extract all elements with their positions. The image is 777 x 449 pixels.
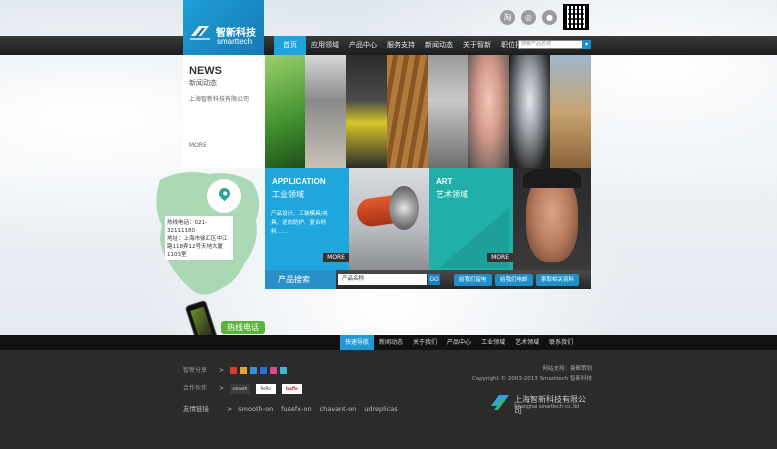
news-subtitle: 新闻动态 (189, 79, 217, 87)
partner-logo-2[interactable]: ReRo (255, 383, 276, 394)
news-item[interactable]: 上海智新科技有限公司 (189, 94, 249, 103)
application-subtitle: 工业领域 (272, 190, 304, 199)
footer-logo-mark-icon (491, 395, 509, 410)
photo-3[interactable] (346, 55, 387, 168)
weibo-icon[interactable]: ◎ (521, 10, 536, 25)
chevron-right-icon: > (218, 367, 224, 374)
product-search-bar: 产品搜索 产品名称 GO 给我们留电 给我们电邮 索取相关资料 (265, 270, 591, 289)
copyright-text: Copyright © 2003-2013 Smarttech 智新科技 (471, 376, 592, 382)
photo-7[interactable] (509, 55, 550, 168)
wechat-icon[interactable]: ● (542, 10, 557, 25)
link-chavant-on[interactable]: chavant-on (320, 405, 357, 413)
partner-logo-1[interactable]: smooth (229, 383, 250, 394)
contact-hotline: 热线电话：021-32111180 (167, 220, 207, 234)
photo-4[interactable] (387, 55, 428, 168)
top-search-button[interactable]: ▾ (582, 40, 591, 49)
contact-address: 地址：上海市徐汇区中江路118弄12号天地大厦1103室 (167, 236, 228, 258)
art-more-button[interactable]: MORE (487, 253, 513, 262)
share-tqq-icon[interactable] (249, 367, 257, 374)
taobao-icon[interactable]: 淘 (500, 10, 515, 25)
nav-news[interactable]: 新闻动态 (420, 36, 458, 55)
email-us-button[interactable]: 给我们电邮 (495, 274, 533, 286)
share-renren-icon[interactable] (259, 367, 267, 374)
footer-credit: 网站支持：曼都策划 Copyright © 2003-2013 Smarttec… (470, 364, 592, 384)
application-heading: APPLICATION (272, 177, 326, 186)
main-nav: 首页 应用领域 产品中心 服务支持 新闻动态 关于智新 职位招聘 (274, 36, 534, 55)
nav-products[interactable]: 产品中心 (344, 36, 382, 55)
request-info-button[interactable]: 索取相关资料 (536, 274, 580, 286)
link-udreplicas[interactable]: udreplicas (364, 405, 397, 413)
footer-nav-products[interactable]: 产品中心 (442, 335, 476, 350)
photo-strip (265, 55, 591, 168)
link-fusefx-on[interactable]: fusefx-on (281, 405, 312, 413)
chevron-right-icon: > (218, 385, 224, 392)
links-label: 友情链接 (183, 405, 209, 413)
product-search-label: 产品搜索 (265, 270, 336, 289)
nav-about[interactable]: 关于智新 (458, 36, 496, 55)
application-desc: 产品设计、工装模具/夹具、逆向防护、复合材料…… (271, 211, 328, 235)
logo-mark-icon (190, 26, 210, 40)
top-search-input[interactable]: 搜索产品名称 (518, 40, 591, 49)
footer-company-en: Shanghai smarttech co.,ltd (514, 404, 580, 410)
share-douban-icon[interactable] (269, 367, 277, 374)
partners-label: 合作伙伴 (183, 385, 208, 392)
hotline-tag: 热线电话 (221, 321, 265, 334)
support-text: 网站支持：曼都策划 (542, 366, 592, 372)
contact-box: 热线电话：021-32111180 地址：上海市徐汇区中江路118弄12号天地大… (165, 216, 233, 260)
footer-logo: 上海智新科技有限公司 Shanghai smarttech co.,ltd (489, 391, 592, 415)
link-smooth-on[interactable]: smooth-on (238, 405, 273, 413)
application-more-button[interactable]: MORE (323, 253, 349, 262)
partner-logo-3[interactable]: Gaffe (281, 383, 302, 394)
share-more-icon[interactable] (279, 367, 287, 374)
art-face-image[interactable] (513, 168, 591, 270)
location-pin-icon (207, 179, 241, 213)
share-label: 智新分享 (183, 367, 208, 374)
footer-nav-quick[interactable]: 快速导航 (340, 335, 375, 350)
logo-en: smarttech (217, 37, 253, 46)
footer-nav-about[interactable]: 关于我们 (408, 335, 442, 350)
photo-2[interactable] (305, 55, 346, 168)
partners-row: 合作伙伴 > smooth ReRo Gaffe (183, 383, 306, 394)
nav-applications[interactable]: 应用领域 (306, 36, 344, 55)
product-search-go-button[interactable]: GO (428, 274, 440, 285)
share-qzone-icon[interactable] (239, 367, 247, 374)
photo-6[interactable] (468, 55, 509, 168)
call-us-button[interactable]: 给我们留电 (454, 274, 492, 286)
share-row: 智新分享 > (183, 365, 288, 374)
qr-code-icon (563, 4, 589, 30)
footer (0, 350, 777, 449)
news-title: NEWS (189, 65, 222, 77)
art-subtitle: 艺术领域 (436, 190, 468, 199)
footer-nav-industry[interactable]: 工业领域 (476, 335, 510, 350)
photo-5[interactable] (428, 55, 468, 168)
industrial-image[interactable] (349, 168, 429, 270)
links-row: 友情链接 > smooth-on fusefx-on chavant-on ud… (183, 403, 404, 413)
footer-nav: 快速导航 新闻动态 关于我们 产品中心 工业领域 艺术领域 联系我们 (340, 335, 578, 350)
nav-support[interactable]: 服务支持 (382, 36, 420, 55)
footer-nav-art[interactable]: 艺术领域 (510, 335, 544, 350)
news-panel: NEWS 新闻动态 上海智新科技有限公司 MORE (183, 55, 264, 168)
nav-home[interactable]: 首页 (274, 36, 306, 55)
photo-1[interactable] (265, 55, 305, 168)
photo-8[interactable] (550, 55, 591, 168)
chevron-right-icon: > (226, 405, 233, 413)
news-more-link[interactable]: MORE (189, 142, 207, 149)
application-panel[interactable]: APPLICATION 工业领域 产品设计、工装模具/夹具、逆向防护、复合材料…… (265, 168, 349, 270)
footer-nav-news[interactable]: 新闻动态 (374, 335, 408, 350)
product-search-input[interactable]: 产品名称 (338, 274, 427, 285)
footer-nav-contact[interactable]: 联系我们 (544, 335, 578, 350)
art-heading: ART (436, 177, 453, 186)
site-logo[interactable]: 智新科技 smarttech (183, 0, 264, 55)
art-panel[interactable]: ART 艺术领域 MORE (429, 168, 513, 270)
share-weibo-icon[interactable] (229, 367, 237, 374)
